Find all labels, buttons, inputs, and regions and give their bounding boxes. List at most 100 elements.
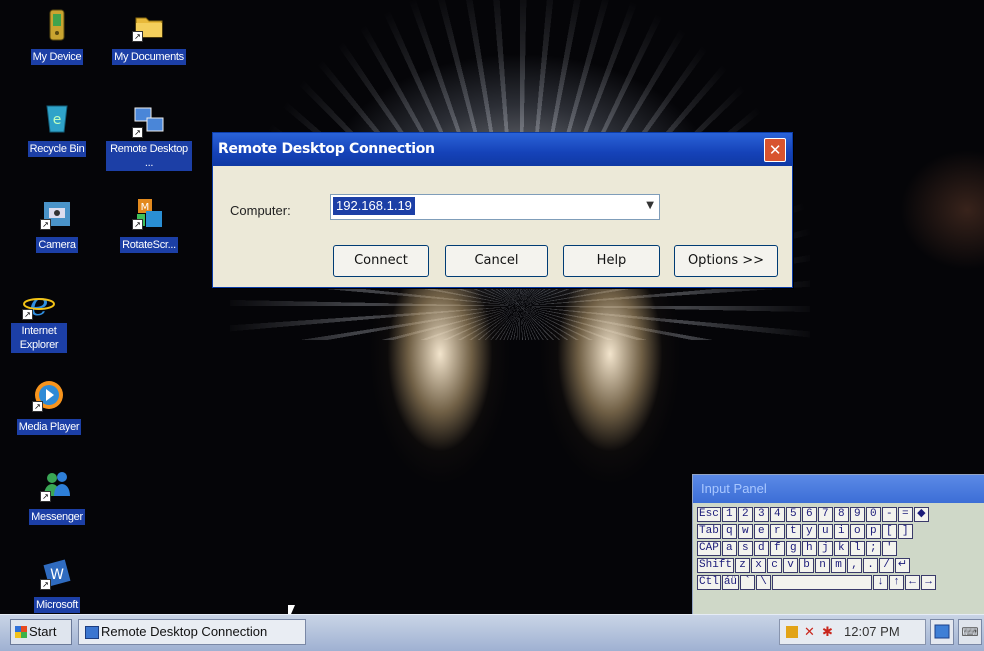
keyboard-key[interactable]: p: [865, 524, 881, 539]
help-button[interactable]: Help: [563, 245, 660, 277]
chevron-down-icon[interactable]: ▼: [646, 200, 654, 211]
keyboard-key[interactable]: l: [849, 541, 865, 556]
start-button[interactable]: Start: [10, 619, 72, 645]
keyboard-key[interactable]: a: [721, 541, 737, 556]
network-disconnected-icon[interactable]: ✕: [804, 625, 816, 638]
keyboard-key[interactable]: ↓: [873, 575, 889, 590]
keyboard-key[interactable]: u: [817, 524, 833, 539]
keyboard-key[interactable]: e: [753, 524, 769, 539]
desktop-icon-label: Internet Explorer: [11, 323, 67, 353]
shortcut-arrow-icon: ↗: [40, 579, 51, 590]
battery-icon[interactable]: [786, 626, 798, 638]
keyboard-key[interactable]: Ctl: [697, 575, 721, 590]
keyboard-row: Shift z x c v b n m,. / ↵: [697, 558, 911, 574]
keyboard-key[interactable]: r: [769, 524, 785, 539]
keyboard-key[interactable]: z: [735, 558, 751, 573]
desktop-icon-remote-desktop[interactable]: ↗ Remote Desktop ...: [106, 104, 192, 171]
keyboard-key[interactable]: w: [737, 524, 753, 539]
cancel-button[interactable]: Cancel: [445, 245, 548, 277]
keyboard-key[interactable]: ;: [865, 541, 881, 556]
background-glow: [900, 150, 984, 270]
dialog-titlebar[interactable]: Remote Desktop Connection ✕: [213, 133, 792, 166]
keyboard-key[interactable]: →: [921, 575, 937, 590]
keyboard-key[interactable]: k: [833, 541, 849, 556]
keyboard-key[interactable]: q: [721, 524, 737, 539]
keyboard-key[interactable]: 1: [721, 507, 737, 522]
keyboard-key[interactable]: Shift: [697, 558, 735, 573]
keyboard-key[interactable]: h: [801, 541, 817, 556]
keyboard-key[interactable]: x: [751, 558, 767, 573]
start-label: Start: [29, 624, 57, 639]
desktop-icon-label: Media Player: [16, 419, 82, 435]
desktop-icon-rotatescreen[interactable]: M ↗ RotateScr...: [106, 196, 192, 253]
keyboard-key[interactable]: ]: [897, 524, 913, 539]
keyboard-key[interactable]: s: [737, 541, 753, 556]
keyboard-key[interactable]: Esc: [697, 507, 721, 522]
keyboard-key[interactable]: ←: [905, 575, 921, 590]
keyboard-key[interactable]: -: [881, 507, 897, 522]
keyboard-key[interactable]: c: [767, 558, 783, 573]
desktop-icon-recycle-bin[interactable]: e Recycle Bin: [14, 100, 100, 157]
desktop-icon-camera[interactable]: ↗ Camera: [14, 196, 100, 253]
keyboard-key[interactable]: y: [801, 524, 817, 539]
keyboard-key[interactable]: 9: [849, 507, 865, 522]
keyboard-key[interactable]: =: [897, 507, 913, 522]
keyboard-key[interactable]: n: [815, 558, 831, 573]
input-panel-title[interactable]: Input Panel: [693, 475, 984, 503]
keyboard-key[interactable]: v: [783, 558, 799, 573]
keyboard-key[interactable]: i: [833, 524, 849, 539]
desktop-icon-my-device[interactable]: My Device: [14, 8, 100, 65]
keyboard-key[interactable]: .: [863, 558, 879, 573]
taskbar-item-remote-desktop[interactable]: Remote Desktop Connection: [78, 619, 306, 645]
show-desktop-button[interactable]: [930, 619, 954, 645]
keyboard-key[interactable]: 6: [801, 507, 817, 522]
keyboard-key[interactable]: 8: [833, 507, 849, 522]
wireless-icon[interactable]: ✱: [822, 625, 834, 638]
keyboard-key[interactable]: ↵: [895, 558, 911, 573]
remote-desktop-dialog: Remote Desktop Connection ✕ Computer: 19…: [212, 132, 793, 288]
keyboard-key[interactable]: áü: [721, 575, 740, 590]
shortcut-arrow-icon: ↗: [132, 127, 143, 138]
keyboard-key[interactable]: t: [785, 524, 801, 539]
keyboard-key[interactable]: /: [879, 558, 895, 573]
keyboard-key[interactable]: f: [769, 541, 785, 556]
keyboard-key[interactable]: m: [831, 558, 847, 573]
keyboard-key[interactable]: \: [756, 575, 772, 590]
keyboard-key[interactable]: `: [740, 575, 756, 590]
desktop-icon-label: Recycle Bin: [27, 141, 87, 157]
input-panel-toggle-button[interactable]: ⌨: [958, 619, 982, 645]
keyboard-key[interactable]: 5: [785, 507, 801, 522]
connect-button[interactable]: Connect: [333, 245, 429, 277]
clock[interactable]: 12:07 PM: [844, 620, 900, 644]
desktop-icon-label: Remote Desktop ...: [106, 141, 192, 171]
desktop-icon-internet-explorer[interactable]: e ↗ Internet Explorer: [0, 285, 82, 353]
keyboard-key[interactable]: 0: [865, 507, 881, 522]
desktop-icon-media-player[interactable]: ↗ Media Player: [6, 378, 92, 435]
keyboard-key[interactable]: CAP: [697, 541, 721, 556]
keyboard-key[interactable]: 2: [737, 507, 753, 522]
keyboard-key[interactable]: o: [849, 524, 865, 539]
keyboard-key[interactable]: Tab: [697, 524, 721, 539]
keyboard-key[interactable]: ,: [847, 558, 863, 573]
keyboard-key[interactable]: ': [881, 541, 897, 556]
svg-text:W: W: [50, 567, 64, 583]
keyboard-key[interactable]: 3: [753, 507, 769, 522]
desktop-icon-messenger[interactable]: ↗ Messenger: [14, 468, 100, 525]
keyboard-key[interactable]: b: [799, 558, 815, 573]
keyboard-key[interactable]: ↑: [889, 575, 905, 590]
computer-input[interactable]: 192.168.1.19: [333, 197, 415, 215]
recycle-bin-icon: e: [40, 100, 74, 134]
keyboard-key[interactable]: ◆: [913, 507, 929, 522]
keyboard-key[interactable]: 7: [817, 507, 833, 522]
keyboard-key[interactable]: 4: [769, 507, 785, 522]
computer-combobox[interactable]: 192.168.1.19 ▼: [330, 194, 660, 220]
keyboard-key[interactable]: g: [785, 541, 801, 556]
close-button[interactable]: ✕: [764, 138, 786, 162]
desktop-icon-microsoft[interactable]: W ↗ Microsoft: [14, 556, 100, 613]
keyboard-key[interactable]: j: [817, 541, 833, 556]
keyboard-key[interactable]: [: [881, 524, 897, 539]
keyboard-key[interactable]: d: [753, 541, 769, 556]
keyboard-key[interactable]: [772, 575, 873, 590]
options-button[interactable]: Options >>: [674, 245, 778, 277]
desktop-icon-my-documents[interactable]: ↗ My Documents: [106, 8, 192, 65]
